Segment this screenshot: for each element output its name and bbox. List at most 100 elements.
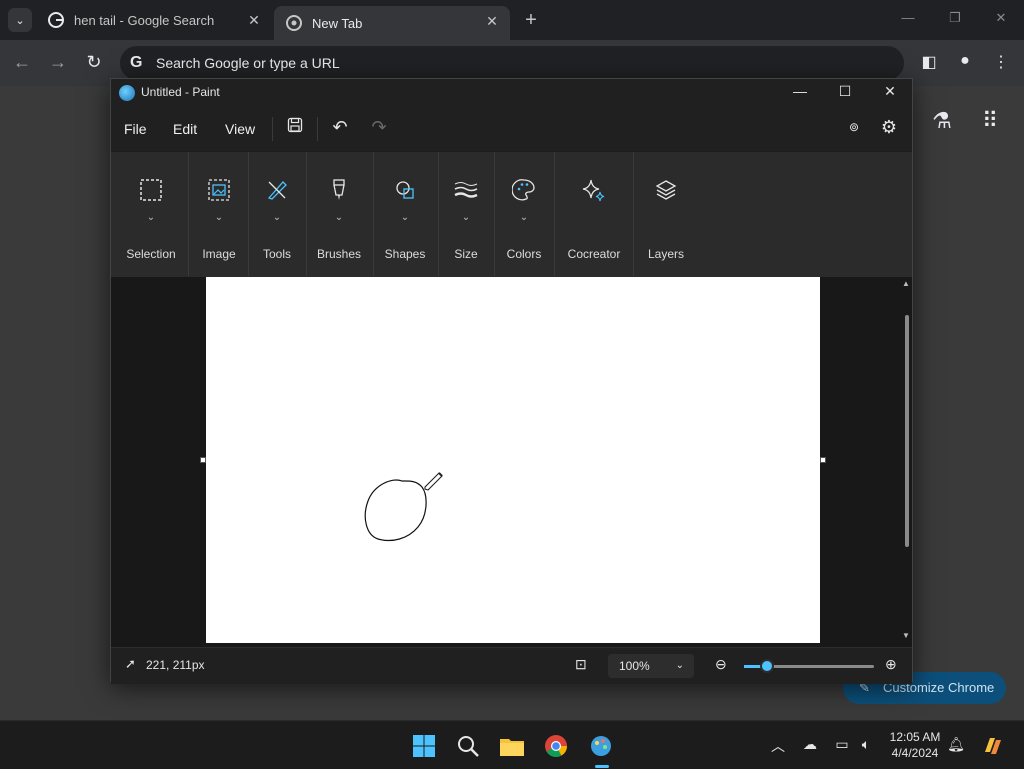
palette-icon bbox=[512, 179, 535, 201]
taskbar: ︿ ☁ ▭ 🔈︎ 12:05 AM 4/4/2024 🔔︎ bbox=[0, 720, 1024, 769]
ribbon-toolbar: ⌄ Selection ⌄ Image ⌄ Tools ⌄ Brushes ⌄ … bbox=[111, 151, 912, 278]
ribbon-group-shapes[interactable]: ⌄ Shapes bbox=[375, 152, 435, 278]
resize-handle-right[interactable] bbox=[820, 457, 826, 463]
selection-rectangle-icon bbox=[140, 179, 162, 201]
minimize-button[interactable]: — bbox=[788, 83, 812, 99]
google-icon bbox=[48, 12, 64, 28]
scroll-up-icon[interactable]: ▲ bbox=[902, 279, 910, 288]
chevron-down-icon: ⌄ bbox=[400, 212, 410, 223]
brush-icon bbox=[333, 179, 345, 200]
ribbon-group-tools[interactable]: ⌄ Tools bbox=[250, 152, 304, 278]
browser-tab-strip: ⌄ hen tail - Google Search ✕ New Tab ✕ +… bbox=[0, 0, 1024, 40]
show-hidden-icons-chevron-icon[interactable]: ︿ bbox=[768, 736, 788, 756]
tools-pencil-icon bbox=[267, 181, 287, 200]
ribbon-label: Shapes bbox=[384, 247, 426, 261]
apps-grid-icon[interactable]: ⠿ bbox=[977, 108, 1003, 134]
close-tab-button[interactable]: ✕ bbox=[244, 6, 264, 34]
windows-start-icon[interactable] bbox=[411, 733, 437, 759]
divider bbox=[373, 152, 374, 276]
status-bar: ➚ 221, 211px ⊡ 100% ⌄ ⊖ ⊕ bbox=[111, 647, 912, 684]
zoom-slider-knob[interactable] bbox=[760, 659, 774, 673]
save-icon[interactable] bbox=[283, 117, 307, 138]
minimize-browser-button[interactable]: — bbox=[898, 10, 918, 25]
zoom-select[interactable]: 100% ⌄ bbox=[608, 654, 694, 678]
address-bar[interactable]: G Search Google or type a URL bbox=[120, 46, 904, 80]
redo-icon[interactable]: ↷ bbox=[367, 117, 391, 138]
ribbon-label: Layers bbox=[647, 247, 685, 261]
divider bbox=[272, 117, 273, 141]
divider bbox=[317, 117, 318, 141]
tab-new-tab[interactable]: New Tab ✕ bbox=[274, 6, 510, 40]
restore-browser-button[interactable]: ❐ bbox=[945, 10, 965, 26]
drawing-canvas[interactable] bbox=[206, 277, 820, 643]
ribbon-group-layers[interactable]: Layers bbox=[635, 152, 697, 278]
resize-handle-left[interactable] bbox=[200, 457, 206, 463]
copilot-icon[interactable] bbox=[980, 733, 1006, 759]
paint-window: Untitled - Paint — ☐ ✕ File Edit View ↶ … bbox=[110, 78, 913, 684]
reload-icon[interactable]: ↻ bbox=[82, 52, 106, 73]
notification-bell-icon[interactable]: 🔔︎ bbox=[946, 736, 966, 753]
divider bbox=[306, 152, 307, 276]
ribbon-group-size[interactable]: ⌄ Size bbox=[440, 152, 492, 278]
pointer-icon: ➚ bbox=[125, 656, 136, 671]
vertical-scrollbar[interactable] bbox=[905, 315, 909, 547]
zoom-value: 100% bbox=[619, 659, 650, 673]
close-button[interactable]: ✕ bbox=[878, 83, 902, 100]
profile-icon[interactable]: ● bbox=[954, 52, 976, 70]
google-icon: G bbox=[130, 54, 143, 71]
menu-edit[interactable]: Edit bbox=[173, 121, 197, 137]
tab-title: New Tab bbox=[312, 15, 363, 31]
clock-date: 4/4/2024 bbox=[891, 746, 939, 760]
address-placeholder: Search Google or type a URL bbox=[156, 55, 340, 71]
ribbon-label: Brushes bbox=[316, 247, 362, 261]
cursor-position: 221, 211px bbox=[146, 658, 205, 672]
image-icon bbox=[208, 179, 230, 201]
close-browser-button[interactable]: ✕ bbox=[991, 10, 1011, 26]
search-icon[interactable] bbox=[455, 733, 481, 759]
ribbon-label: Image bbox=[202, 247, 236, 261]
ribbon-group-selection[interactable]: ⌄ Selection bbox=[119, 152, 183, 278]
zoom-in-icon[interactable]: ⊕ bbox=[885, 656, 897, 673]
labs-flask-icon[interactable]: ⚗ bbox=[929, 108, 955, 134]
ribbon-group-colors[interactable]: ⌄ Colors bbox=[496, 152, 552, 278]
ribbon-group-image[interactable]: ⌄ Image bbox=[191, 152, 247, 278]
tab-google-search[interactable]: hen tail - Google Search ✕ bbox=[48, 6, 264, 34]
fit-to-window-icon[interactable]: ⊡ bbox=[575, 656, 587, 673]
ribbon-label: Size bbox=[454, 247, 478, 261]
layers-icon bbox=[655, 180, 677, 200]
settings-gear-icon[interactable]: ⚙ bbox=[877, 117, 901, 138]
chrome-icon[interactable] bbox=[543, 733, 569, 759]
tab-title: hen tail - Google Search bbox=[74, 12, 215, 28]
account-icon[interactable]: ⊚ bbox=[842, 120, 866, 134]
zoom-out-icon[interactable]: ⊖ bbox=[715, 656, 727, 673]
chevron-down-icon: ⌄ bbox=[214, 212, 224, 223]
undo-icon[interactable]: ↶ bbox=[328, 117, 352, 138]
paint-app-icon[interactable] bbox=[588, 733, 614, 759]
pencil-cursor-icon bbox=[424, 472, 443, 491]
volume-icon[interactable]: 🔈︎ bbox=[856, 736, 876, 753]
more-menu-icon[interactable]: ⋮ bbox=[990, 52, 1012, 72]
divider bbox=[438, 152, 439, 276]
ribbon-group-brushes[interactable]: ⌄ Brushes bbox=[308, 152, 370, 278]
file-explorer-icon[interactable] bbox=[499, 733, 525, 759]
new-tab-button[interactable]: + bbox=[520, 9, 542, 32]
ribbon-label: Tools bbox=[262, 247, 291, 261]
network-icon[interactable]: ▭ bbox=[832, 736, 852, 753]
clock-time: 12:05 AM bbox=[889, 730, 941, 744]
divider bbox=[494, 152, 495, 276]
menu-file[interactable]: File bbox=[124, 121, 147, 137]
forward-icon[interactable]: → bbox=[46, 52, 70, 73]
chevron-down-icon: ⌄ bbox=[675, 660, 684, 671]
chevron-down-icon: ⌄ bbox=[272, 212, 282, 223]
scroll-down-icon[interactable]: ▼ bbox=[902, 631, 910, 640]
close-tab-button[interactable]: ✕ bbox=[482, 6, 502, 36]
side-panel-icon[interactable]: ◧ bbox=[918, 52, 940, 72]
clock[interactable]: 12:05 AM 4/4/2024 bbox=[886, 729, 944, 761]
zoom-slider[interactable] bbox=[744, 659, 874, 673]
tab-search-button[interactable]: ⌄ bbox=[8, 8, 32, 32]
ribbon-group-cocreator[interactable]: Cocreator bbox=[556, 152, 632, 278]
menu-view[interactable]: View bbox=[225, 121, 255, 137]
onedrive-icon[interactable]: ☁ bbox=[800, 736, 820, 753]
maximize-button[interactable]: ☐ bbox=[833, 83, 857, 100]
back-icon[interactable]: ← bbox=[10, 52, 34, 73]
